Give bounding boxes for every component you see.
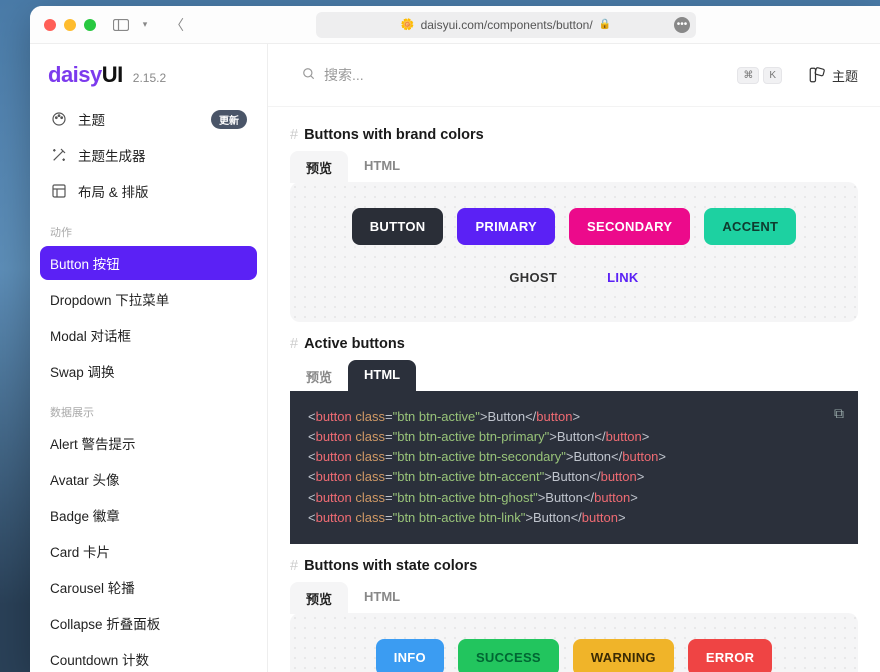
code-panel: ⧉<button class="btn btn-active">Button</… [290,391,858,544]
demo-button-error[interactable]: ERROR [688,639,772,672]
hash-icon: # [290,336,298,352]
preview-panel: INFO SUCCESS WARNING ERROR [290,613,858,672]
section-title: #Buttons with brand colors [290,127,858,143]
nav-item-label: Modal 对话框 [50,325,131,345]
logo[interactable]: daisyUI 2.15.2 [30,44,267,102]
theme-toggle[interactable]: 主题 [808,66,858,85]
nav-item[interactable]: Avatar 头像 [40,462,257,496]
tab-html[interactable]: HTML [348,360,416,392]
nav-item-label: Swap 调换 [50,361,115,381]
section-title: #Buttons with state colors [290,558,858,574]
hash-icon: # [290,558,298,574]
sidebar: daisyUI 2.15.2 主题 更新 主题生成器 布局 & 排版 动作 But… [30,44,268,672]
copy-icon[interactable]: ⧉ [834,403,844,425]
preview-panel: BUTTON PRIMARY SECONDARY ACCENT GHOST LINK [290,182,858,322]
chevron-down-icon[interactable]: ▾ [136,16,154,34]
nav-item-label: Countdown 计数 [50,649,149,669]
nav-item-label: Carousel 轮播 [50,577,135,597]
search-input[interactable]: 搜索... ⌘K [290,58,794,92]
nav-item-wand[interactable]: 主题生成器 [40,138,257,172]
tab-bar: 预览 HTML [290,151,858,183]
search-kbd-hint: ⌘K [737,67,782,84]
layout-icon [50,183,68,199]
close-window-button[interactable] [44,19,56,31]
tab-preview[interactable]: 预览 [290,582,348,614]
nav-item-palette[interactable]: 主题 更新 [40,102,257,136]
minimize-window-button[interactable] [64,19,76,31]
search-icon [302,67,316,84]
sidebar-toggle-icon[interactable] [112,16,130,34]
demo-button-secondary[interactable]: SECONDARY [569,208,690,245]
site-favicon-icon: 🌼 [401,18,415,31]
nav-item-label: Dropdown 下拉菜单 [50,289,169,309]
tab-preview[interactable]: 预览 [290,151,348,183]
nav-item[interactable]: Badge 徽章 [40,498,257,532]
nav-item-label: Collapse 折叠面板 [50,613,160,633]
nav-item-label: Card 卡片 [50,541,110,561]
nav-item[interactable]: Modal 对话框 [40,318,257,352]
tab-html[interactable]: HTML [348,582,416,614]
url-text: daisyui.com/components/button/ [421,18,593,32]
logo-text-a: daisy [48,62,102,87]
version-label: 2.15.2 [133,71,166,85]
tab-bar: 预览 HTML [290,360,858,392]
nav-item-label: 布局 & 排版 [78,181,149,201]
demo-button-link[interactable]: LINK [589,259,657,296]
nav-item-label: Avatar 头像 [50,469,120,489]
address-bar[interactable]: 🌼 daisyui.com/components/button/ 🔒 ••• [316,12,696,38]
demo-button-info[interactable]: INFO [376,639,444,672]
lock-icon: 🔒 [599,19,611,30]
demo-button-accent[interactable]: ACCENT [704,208,796,245]
nav-item-label: 主题 [78,109,105,129]
demo-button-button[interactable]: BUTTON [352,208,444,245]
nav-group-data: 数据展示 [40,390,257,426]
demo-button-ghost[interactable]: GHOST [491,259,575,296]
palette-icon [50,111,68,127]
demo-button-warning[interactable]: WARNING [573,639,674,672]
demo-button-success[interactable]: SUCCESS [458,639,559,672]
hash-icon: # [290,127,298,143]
nav-item[interactable]: Card 卡片 [40,534,257,568]
wand-icon [50,147,68,163]
nav-item-label: Button 按钮 [50,253,120,273]
traffic-lights [44,19,96,31]
nav-badge: 更新 [211,110,247,129]
demo-button-primary[interactable]: PRIMARY [457,208,555,245]
nav-group-actions: 动作 [40,210,257,246]
nav-item[interactable]: Button 按钮 [40,246,257,280]
nav-item[interactable]: Collapse 折叠面板 [40,606,257,640]
nav-item[interactable]: Dropdown 下拉菜单 [40,282,257,316]
nav-item[interactable]: Swap 调换 [40,354,257,388]
swatch-icon [808,66,826,84]
nav-item-label: 主题生成器 [78,145,146,165]
nav-item-label: Badge 徽章 [50,505,120,525]
maximize-window-button[interactable] [84,19,96,31]
main-content: 搜索... ⌘K 主题 #Buttons with brand colors 预… [268,44,880,672]
search-placeholder: 搜索... [324,65,364,85]
nav-item-layout[interactable]: 布局 & 排版 [40,174,257,208]
tab-bar: 预览 HTML [290,582,858,614]
nav-item-label: Alert 警告提示 [50,433,136,453]
tab-preview[interactable]: 预览 [290,360,348,392]
theme-toggle-label: 主题 [832,66,858,85]
back-button[interactable]: 〈 [168,16,186,34]
nav-item[interactable]: Alert 警告提示 [40,426,257,460]
section-title: #Active buttons [290,336,858,352]
logo-text-b: UI [102,62,123,87]
browser-window: ▾ 〈 🌼 daisyui.com/components/button/ 🔒 •… [30,6,880,672]
nav-item[interactable]: Carousel 轮播 [40,570,257,604]
reader-more-button[interactable]: ••• [674,17,690,33]
window-titlebar: ▾ 〈 🌼 daisyui.com/components/button/ 🔒 •… [30,6,880,44]
nav-item[interactable]: Countdown 计数 [40,642,257,672]
tab-html[interactable]: HTML [348,151,416,183]
